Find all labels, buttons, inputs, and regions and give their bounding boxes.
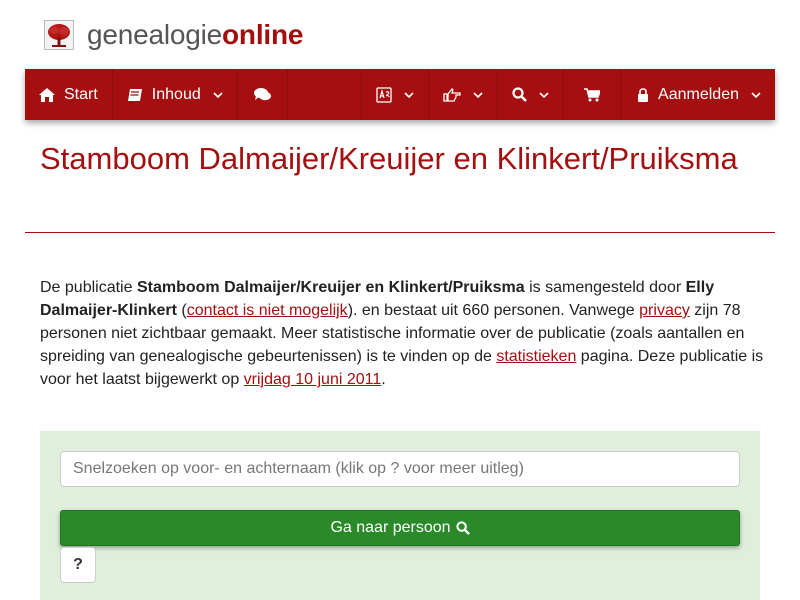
home-icon (39, 87, 55, 102)
quick-search-panel: Ga naar persoon ? (40, 431, 760, 600)
main-navbar: Start Inhoud Aanmelden (25, 69, 775, 120)
lock-icon (638, 87, 649, 102)
hand-point-icon (443, 87, 461, 102)
book-icon (127, 88, 142, 101)
nav-search[interactable] (498, 69, 565, 120)
chevron-down-icon (473, 91, 483, 98)
nav-shop[interactable] (564, 69, 622, 120)
publication-name: Stamboom Dalmaijer/Kreuijer en Klinkert/… (136, 279, 525, 296)
chevron-down-icon (751, 91, 761, 98)
intro-text: ( (176, 302, 187, 319)
cart-icon (584, 87, 601, 101)
go-to-person-label: Ga naar persoon (330, 519, 451, 536)
go-to-person-button[interactable]: Ga naar persoon (60, 510, 740, 546)
search-icon (455, 521, 470, 535)
contact-link[interactable]: contact is niet mogelijk (187, 302, 348, 319)
privacy-link[interactable]: privacy (639, 302, 690, 319)
tree-icon (44, 20, 74, 50)
comments-icon (253, 87, 271, 100)
publication-description: De publicatie Stamboom Dalmaijer/Kreuije… (40, 276, 765, 391)
quick-search-input[interactable] (60, 451, 740, 487)
search-help-button[interactable]: ? (60, 547, 96, 583)
title-divider (25, 232, 775, 233)
chevron-down-icon (213, 91, 223, 98)
nav-login[interactable]: Aanmelden (621, 69, 775, 120)
nav-language[interactable] (362, 69, 430, 120)
intro-text: De publicatie (40, 279, 137, 296)
chevron-down-icon (404, 91, 414, 98)
chevron-down-icon (539, 91, 549, 98)
language-icon (376, 86, 392, 103)
intro-text: is samengesteld door (524, 279, 686, 296)
nav-forum[interactable] (238, 69, 288, 120)
intro-text: . (381, 371, 386, 388)
site-name: genealogieonline (87, 19, 304, 50)
nav-actions[interactable] (429, 69, 499, 120)
nav-spacer (288, 69, 363, 120)
site-logo[interactable]: genealogieonline (44, 18, 303, 52)
nav-start-label: Start (64, 85, 98, 103)
page-title: Stamboom Dalmaijer/Kreuijer en Klinkert/… (40, 141, 738, 176)
statistics-link[interactable]: statistieken (496, 348, 576, 365)
nav-start[interactable]: Start (25, 69, 113, 120)
nav-inhoud[interactable]: Inhoud (113, 69, 238, 120)
nav-inhoud-label: Inhoud (151, 85, 201, 103)
search-icon (512, 87, 527, 102)
last-updated-link[interactable]: vrijdag 10 juni 2011 (244, 371, 382, 388)
intro-text: ). en bestaat uit 660 personen. Vanwege (347, 302, 640, 319)
nav-login-label: Aanmelden (658, 85, 739, 103)
